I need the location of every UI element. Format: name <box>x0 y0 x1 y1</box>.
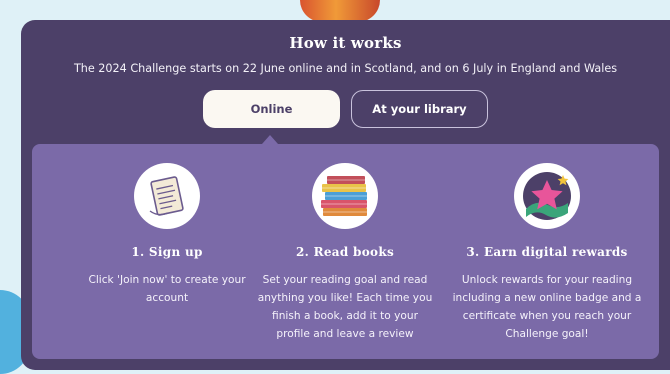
step-title: 3. Earn digital rewards <box>466 245 628 259</box>
step-title: 2. Read books <box>295 245 395 259</box>
step-description: Unlock rewards for your reading includin… <box>452 274 642 340</box>
tab-at-your-library[interactable]: At your library <box>351 90 488 128</box>
paper-scroll-icon <box>134 163 200 229</box>
background-illustration <box>300 0 380 22</box>
step-earn-rewards: 3. Earn digital rewards Unlock rewards f… <box>452 144 642 343</box>
step-description: Click 'Join now' to create your account <box>88 274 246 304</box>
star-badge-icon <box>514 163 580 229</box>
section-title: How it works <box>289 34 402 52</box>
steps-panel: 1. Sign up Click 'Join now' to create yo… <box>32 144 659 359</box>
step-sign-up: 1. Sign up Click 'Join now' to create yo… <box>72 144 262 307</box>
tab-bar: Online At your library <box>203 90 488 128</box>
step-description: Set your reading goal and read anything … <box>257 274 433 340</box>
tab-online[interactable]: Online <box>203 90 340 128</box>
step-read-books: 2. Read books Set your reading goal and … <box>250 144 440 343</box>
how-it-works-panel: How it works The 2024 Challenge starts o… <box>21 20 670 370</box>
active-tab-pointer <box>262 135 278 144</box>
step-title: 1. Sign up <box>131 245 203 259</box>
book-stack-icon <box>312 163 378 229</box>
section-subtitle: The 2024 Challenge starts on 22 June onl… <box>73 62 618 75</box>
